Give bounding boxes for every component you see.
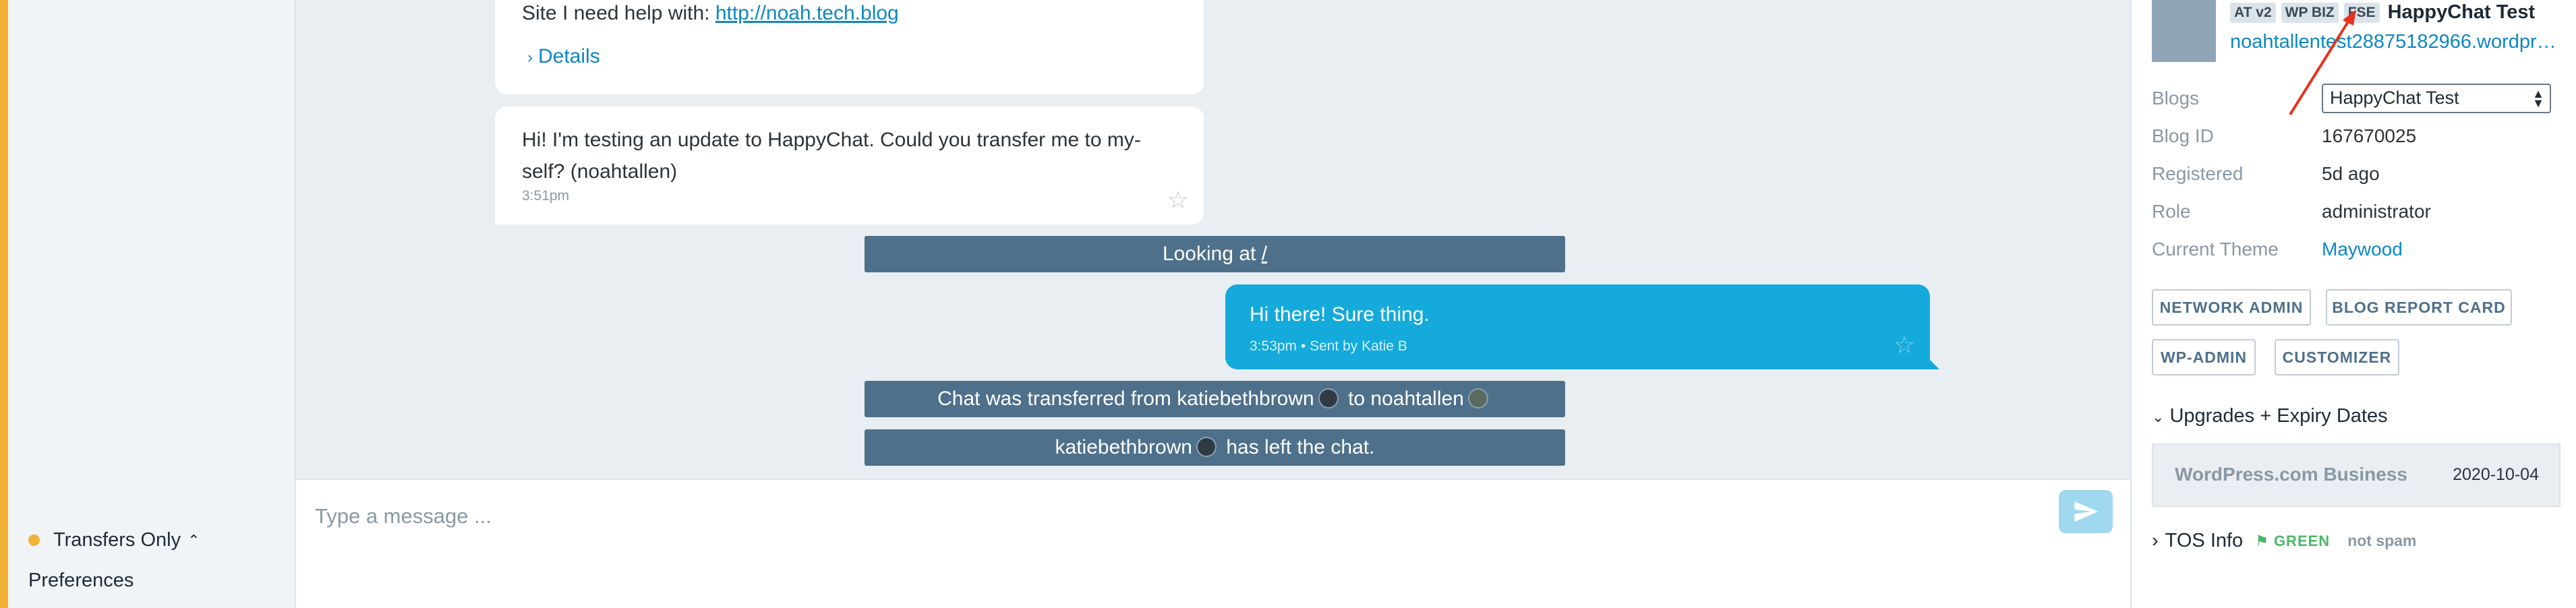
role-value: administrator [2322,201,2431,222]
chevron-right-icon: › [527,49,533,67]
customizer-button[interactable]: CUSTOMIZER [2275,339,2399,375]
event-text: Chat was transferred from katiebethbrown [937,388,1314,410]
chevron-right-icon: › [2152,530,2159,551]
customer-info-panel: AT v2 WP BIZ FSE HappyChat Test noahtall… [2130,0,2576,608]
agent-message: Hi there! Sure thing. 3:53pm • Sent by K… [1225,284,1939,369]
transfers-filter[interactable]: Transfers Only ⌃ [28,529,200,551]
registered-value: 5d ago [2322,163,2380,184]
send-button[interactable] [2059,490,2113,533]
tos-section-toggle[interactable]: › TOS Info ⚑ GREEN not spam [2152,530,2416,552]
details-label: Details [538,45,600,67]
blog-id-value: 167670025 [2322,125,2417,146]
network-admin-button[interactable]: NETWORK ADMIN [2152,289,2311,326]
star-icon[interactable]: ☆ [1894,333,1915,357]
message-timestamp: 3:51pm [522,188,570,204]
role-label: Role [2152,201,2191,222]
section-title: TOS Info [2165,530,2244,551]
customer-message: Site I need help with: http://noah.tech.… [495,0,1204,94]
theme-link[interactable]: Maywood [2322,239,2403,260]
section-title: Upgrades + Expiry Dates [2169,405,2388,427]
flag-icon: ⚑ [2255,532,2268,549]
event-text: katiebethbrown [1055,436,1192,458]
blogs-label: Blogs [2152,88,2200,109]
blog-report-card-button[interactable]: BLOG REPORT CARD [2326,289,2512,326]
page-path-link[interactable]: / [1262,243,1267,265]
tag-badge: AT v2 [2230,2,2276,23]
message-input[interactable] [314,499,2002,534]
left-sidebar: Transfers Only ⌃ Preferences [8,0,296,608]
transfer-event: Chat was transferred from katiebethbrown… [865,381,1565,417]
wp-admin-button[interactable]: WP-ADMIN [2152,339,2256,375]
blogs-select-value: HappyChat Test [2330,88,2459,108]
site-title: HappyChat Test [2387,1,2536,23]
site-avatar [2152,0,2216,62]
details-toggle[interactable]: › Details [527,40,600,73]
send-icon [2074,501,2099,522]
message-text: Hi there! Sure thing. [1250,303,1430,326]
message-meta: 3:53pm • Sent by Katie B [1250,338,1407,354]
message-text: Site I need help with: [522,2,715,24]
registered-label: Registered [2152,163,2244,184]
bubble-tail [1927,357,1939,369]
status-accent-bar [0,0,8,608]
message-composer [296,479,2130,608]
avatar [1196,437,1217,458]
star-icon[interactable]: ☆ [1167,188,1189,212]
site-header: AT v2 WP BIZ FSE HappyChat Test [2230,1,2535,24]
looking-at-event: Looking at / [865,236,1565,272]
event-text: has left the chat. [1226,436,1375,458]
avatar [1318,388,1339,409]
message-text: Hi! I'm testing an update to HappyChat. … [522,129,1141,183]
status-dot-icon [28,535,40,546]
upgrade-card: WordPress.com Business 2020-10-04 [2152,444,2560,507]
site-link[interactable]: http://noah.tech.blog [715,2,899,24]
chevron-up-icon: ⌃ [187,531,200,549]
expiry-date: 2020-10-04 [2453,465,2539,484]
chevron-down-icon: ⌄ [2152,408,2165,425]
filter-label: Transfers Only [53,529,181,551]
theme-label: Current Theme [2152,239,2279,260]
preferences-link[interactable]: Preferences [28,570,134,592]
upgrades-section-toggle[interactable]: ⌄ Upgrades + Expiry Dates [2152,405,2388,427]
customer-message: Hi! I'm testing an update to HappyChat. … [495,107,1204,224]
tos-status: GREEN [2273,532,2331,549]
spam-status: not spam [2347,532,2417,549]
event-text: to noahtallen [1348,388,1464,410]
site-url-link[interactable]: noahtallentest28875182966.wordpress.com [2230,31,2560,53]
event-text: Looking at [1162,243,1262,265]
avatar [1467,388,1488,409]
chat-transcript: Site I need help with: http://noah.tech.… [296,0,2416,479]
plan-name: WordPress.com Business [2175,464,2407,485]
select-arrows-icon: ▲ ▼ [2532,87,2544,110]
blogs-select[interactable]: HappyChat Test ▲ ▼ [2322,84,2551,113]
left-chat-event: katiebethbrown has left the chat. [865,429,1565,466]
blog-id-label: Blog ID [2152,125,2214,146]
